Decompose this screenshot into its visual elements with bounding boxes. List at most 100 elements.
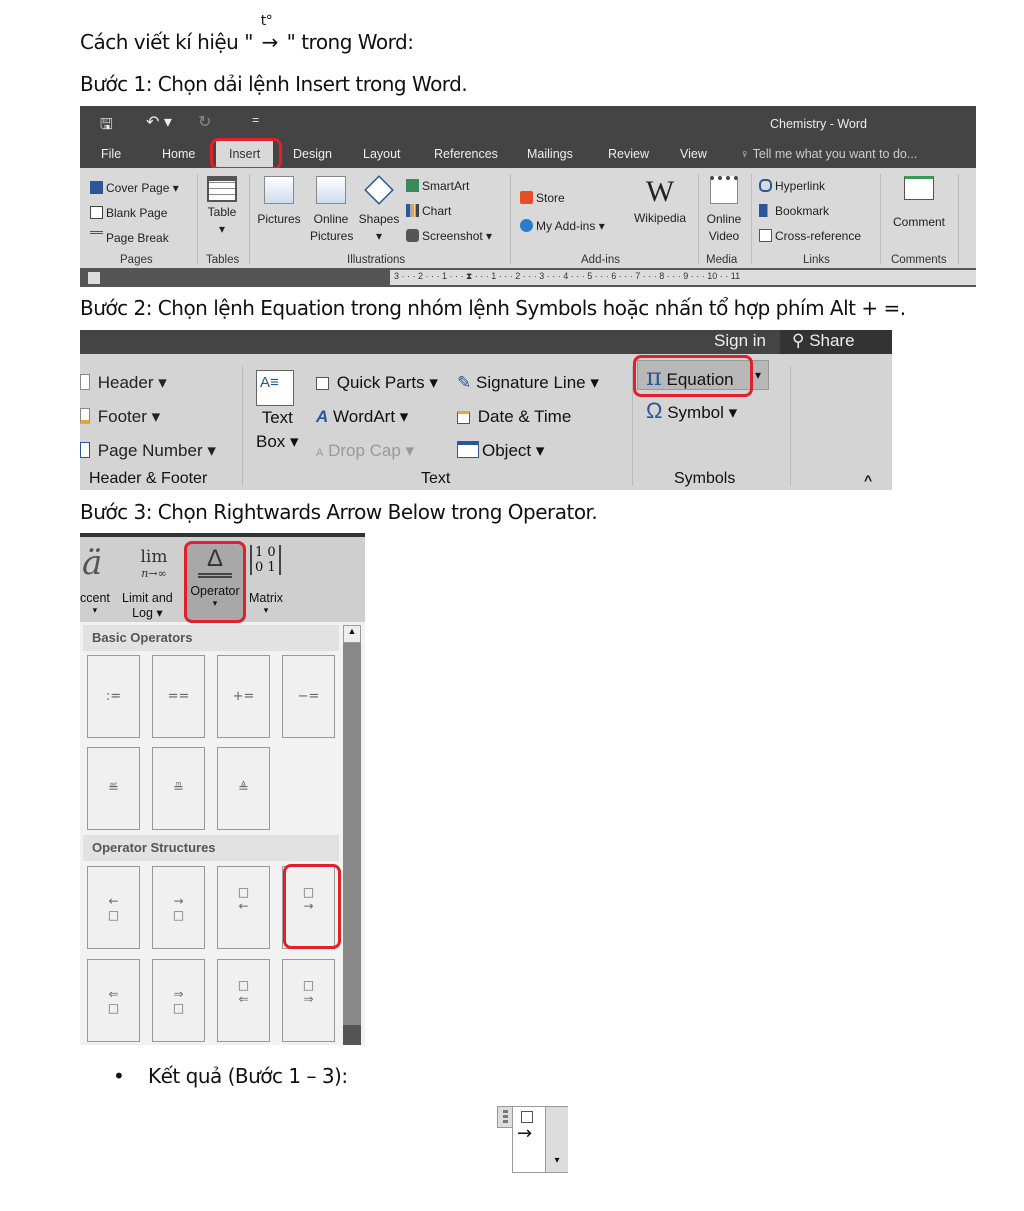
placeholder-box: □ bbox=[237, 978, 250, 992]
text-box-button[interactable]: A≡ Text Box ▾ bbox=[256, 370, 299, 454]
page-number-button[interactable]: Page Number ▾ bbox=[80, 434, 216, 468]
tell-me-search[interactable]: ♀ Tell me what you want to do... bbox=[740, 147, 917, 161]
hyperlink-button[interactable]: Hyperlink bbox=[759, 174, 861, 199]
label: Footer ▾ bbox=[97, 407, 161, 426]
footer-button[interactable]: Footer ▾ bbox=[80, 400, 216, 434]
screenshot-button[interactable]: Screenshot ▾ bbox=[406, 224, 492, 249]
operator-delta-equals[interactable]: ≜ bbox=[217, 747, 270, 830]
left-arrow-below[interactable]: □ ← bbox=[217, 866, 270, 949]
tab-review[interactable]: Review bbox=[608, 147, 649, 161]
smartart-button[interactable]: SmartArt bbox=[406, 174, 492, 199]
arrow: ⇐ bbox=[238, 992, 249, 1006]
chart-button[interactable]: Chart bbox=[406, 199, 492, 224]
left-arrow-above[interactable]: ← □ bbox=[87, 866, 140, 949]
operator-measured-by[interactable]: ≞ bbox=[152, 747, 205, 830]
object-icon bbox=[457, 441, 479, 458]
right-arrow-above[interactable]: → □ bbox=[152, 866, 205, 949]
equation-tools-ribbon: ä ccent ▾ lim n→∞ Limit and Log ▾ Δ Operato… bbox=[80, 533, 365, 623]
left-double-arrow-above[interactable]: ⇐ □ bbox=[87, 959, 140, 1042]
label: Log ▾ bbox=[132, 606, 163, 620]
tab-references[interactable]: References bbox=[434, 147, 498, 161]
tab-home[interactable]: Home bbox=[162, 147, 195, 161]
right-double-arrow-below[interactable]: □ ⇒ bbox=[282, 959, 335, 1042]
tab-file[interactable]: File bbox=[101, 147, 121, 161]
heading-suffix: " trong Word: bbox=[286, 30, 414, 54]
pictures-icon bbox=[264, 176, 294, 204]
step1-text: Bước 1: Chọn dải lệnh Insert trong Word. bbox=[80, 72, 468, 96]
scroll-thumb[interactable] bbox=[343, 1025, 361, 1045]
scroll-up-button[interactable]: ▲ bbox=[343, 625, 361, 643]
limit-log-button[interactable]: Limit and Log ▾ bbox=[122, 591, 173, 620]
left-double-arrow-below[interactable]: □ ⇐ bbox=[217, 959, 270, 1042]
shapes-button[interactable]: Shapes ▾ bbox=[356, 175, 402, 245]
operator-structures-header: Operator Structures bbox=[83, 835, 339, 861]
cover-page-button[interactable]: Cover Page ▾ bbox=[90, 176, 179, 201]
comment-button[interactable]: Comment bbox=[886, 174, 952, 231]
online-pictures-button[interactable]: Online Pictures bbox=[310, 176, 353, 245]
equation-dropdown[interactable]: ▾ bbox=[755, 368, 761, 382]
footer-icon bbox=[80, 408, 90, 424]
object-button[interactable]: Object ▾ bbox=[457, 434, 599, 468]
save-icon[interactable]: 🖫 bbox=[100, 114, 113, 139]
matrix-button[interactable]: Matrix ▾ bbox=[249, 591, 283, 616]
title-strip: Sign in ⚲ Share bbox=[80, 330, 892, 354]
group-symbols: Symbols bbox=[674, 470, 736, 487]
undo-icon[interactable]: ↶ ▾ bbox=[146, 112, 172, 132]
label: Wikipedia bbox=[633, 211, 687, 225]
pictures-button[interactable]: Pictures bbox=[256, 176, 302, 228]
group-header-footer: Header & Footer bbox=[89, 470, 208, 487]
page-break-button[interactable]: Page Break bbox=[90, 226, 179, 251]
operator-def-equals[interactable]: ≝ bbox=[87, 747, 140, 830]
bookmark-button[interactable]: Bookmark bbox=[759, 199, 861, 224]
tab-view[interactable]: View bbox=[680, 147, 707, 161]
placeholder-box: □ bbox=[107, 1000, 120, 1015]
drop-cap-button[interactable]: A Drop Cap ▾ bbox=[316, 434, 438, 470]
store-button[interactable]: Store bbox=[520, 184, 605, 212]
equation-options-dropdown[interactable]: ▾ bbox=[545, 1107, 568, 1172]
shapes-icon bbox=[364, 175, 394, 205]
heating-arrow-symbol: t° → bbox=[259, 13, 281, 54]
operator-double-equals[interactable]: == bbox=[152, 655, 205, 738]
operator-colon-equals[interactable]: := bbox=[87, 655, 140, 738]
redo-icon[interactable]: ↻ bbox=[198, 112, 211, 132]
my-addins-button[interactable]: My Add-ins ▾ bbox=[520, 212, 605, 240]
sign-in-link[interactable]: Sign in bbox=[714, 331, 766, 351]
signature-line-button[interactable]: ✎ Signature Line ▾ bbox=[457, 366, 599, 400]
placeholder-box bbox=[521, 1111, 533, 1123]
quick-parts-button[interactable]: Quick Parts ▾ bbox=[316, 366, 438, 400]
ruler[interactable]: 3 · · · 2 · · · 1 · · · ⧗ · · · 1 · · · … bbox=[80, 268, 976, 287]
accent-button[interactable]: ccent ▾ bbox=[80, 591, 110, 616]
wordart-button[interactable]: A WordArt ▾ bbox=[316, 400, 438, 434]
share-button[interactable]: ⚲ Share bbox=[780, 330, 892, 354]
word-symbols-ribbon-screenshot: Sign in ⚲ Share Header ▾ Footer ▾ Page N… bbox=[80, 330, 892, 490]
tab-design[interactable]: Design bbox=[293, 147, 332, 161]
highlight-equation bbox=[633, 355, 753, 397]
equation-operator-gallery-screenshot: ä ccent ▾ lim n→∞ Limit and Log ▾ Δ Operato… bbox=[80, 533, 365, 1045]
tab-mailings[interactable]: Mailings bbox=[527, 147, 573, 161]
tab-layout[interactable]: Layout bbox=[363, 147, 401, 161]
right-double-arrow-above[interactable]: ⇒ □ bbox=[152, 959, 205, 1042]
equation-result-box[interactable]: → ▾ bbox=[512, 1106, 568, 1173]
label: ccent bbox=[80, 591, 110, 605]
online-video-button[interactable]: Online Video bbox=[702, 176, 746, 245]
text-box-icon: A≡ bbox=[256, 370, 294, 406]
wikipedia-button[interactable]: W Wikipedia bbox=[628, 174, 692, 227]
cross-reference-button[interactable]: Cross-reference bbox=[759, 224, 861, 249]
operator-minus-equals[interactable]: −= bbox=[282, 655, 335, 738]
label: Object ▾ bbox=[482, 441, 545, 460]
header-button[interactable]: Header ▾ bbox=[80, 366, 216, 400]
tab-selector[interactable] bbox=[88, 272, 100, 284]
operator-plus-equals[interactable]: += bbox=[217, 655, 270, 738]
customize-qat[interactable]: = bbox=[252, 113, 259, 127]
gallery-scrollbar[interactable]: ▲ bbox=[343, 625, 361, 1045]
collapse-ribbon-button[interactable]: ^ bbox=[864, 472, 872, 488]
symbol-button[interactable]: Ω Symbol ▾ bbox=[646, 398, 737, 424]
label: Comment bbox=[892, 215, 945, 229]
table-button[interactable]: Table ▾ bbox=[204, 176, 240, 238]
heading: Cách viết kí hiệu " t° → " trong Word: bbox=[80, 13, 414, 54]
blank-page-button[interactable]: Blank Page bbox=[90, 201, 179, 226]
label: Symbol ▾ bbox=[667, 403, 738, 422]
date-time-button[interactable]: Date & Time bbox=[457, 400, 599, 434]
label: Table bbox=[207, 205, 237, 219]
arrow: ▾ bbox=[92, 605, 98, 615]
